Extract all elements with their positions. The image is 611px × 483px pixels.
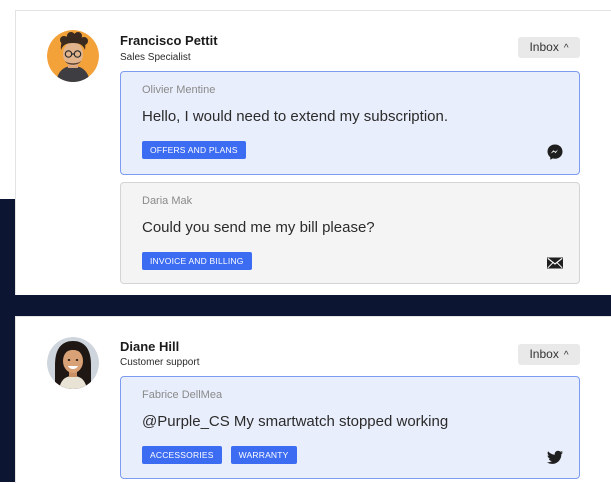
message-author: Olivier Mentine: [142, 84, 216, 96]
conversation-card: Francisco Pettit Sales Specialist Inbox ^…: [15, 10, 611, 295]
email-icon: [547, 257, 563, 269]
agent-role: Customer support: [120, 357, 200, 368]
message-card[interactable]: Olivier Mentine Hello, I would need to e…: [120, 71, 580, 175]
inbox-label: Inbox: [529, 347, 559, 361]
message-author: Daria Mak: [142, 195, 193, 207]
message-text: Hello, I would need to extend my subscri…: [142, 108, 448, 125]
twitter-icon: [547, 450, 563, 464]
agent-name: Francisco Pettit: [120, 33, 218, 48]
message-author: Fabrice DellMea: [142, 389, 223, 401]
conversation-card: Diane Hill Customer support Inbox ^ Fabri…: [15, 316, 611, 483]
inbox-dropdown[interactable]: Inbox ^: [518, 344, 580, 365]
message-tags: ACCESSORIES WARRANTY: [142, 446, 297, 464]
agent-role: Sales Specialist: [120, 52, 191, 63]
inbox-label: Inbox: [529, 40, 559, 54]
message-card[interactable]: Fabrice DellMea @Purple_CS My smartwatch…: [120, 376, 580, 479]
tag-badge[interactable]: INVOICE AND BILLING: [142, 252, 252, 270]
agent-name: Diane Hill: [120, 339, 180, 354]
message-tags: INVOICE AND BILLING: [142, 252, 252, 270]
message-text: @Purple_CS My smartwatch stopped working: [142, 413, 449, 430]
tag-badge[interactable]: OFFERS AND PLANS: [142, 141, 246, 159]
message-text: Could you send me my bill please?: [142, 219, 375, 236]
message-tags: OFFERS AND PLANS: [142, 141, 246, 159]
messenger-icon: [547, 144, 563, 160]
tag-badge[interactable]: WARRANTY: [230, 446, 297, 464]
avatar[interactable]: [47, 337, 99, 389]
message-card[interactable]: Daria Mak Could you send me my bill plea…: [120, 182, 580, 284]
chevron-up-icon: ^: [563, 350, 569, 361]
inbox-dropdown[interactable]: Inbox ^: [518, 37, 580, 58]
chevron-up-icon: ^: [563, 43, 569, 54]
avatar[interactable]: [47, 30, 99, 82]
tag-badge[interactable]: ACCESSORIES: [142, 446, 222, 464]
